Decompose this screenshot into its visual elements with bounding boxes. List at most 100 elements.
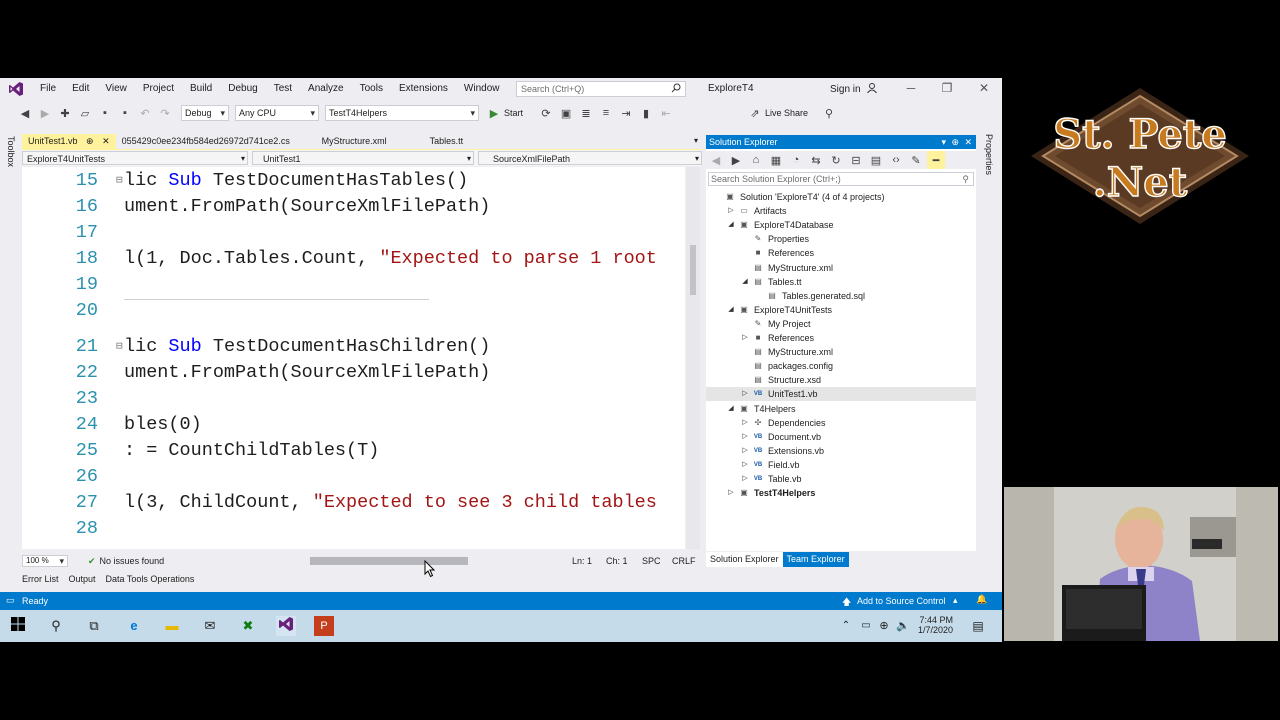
tab-output[interactable]: Output — [69, 574, 96, 584]
collapse-arrow-icon[interactable]: ◢ — [740, 275, 750, 289]
issues-status[interactable]: No issues found — [100, 556, 165, 566]
collapse-region-icon[interactable]: ⊟ — [116, 335, 123, 359]
tree-item[interactable]: ✎ Properties — [706, 232, 976, 246]
bookmark-prev-icon[interactable]: ⇤ — [657, 104, 675, 122]
save-all-icon[interactable]: ▪ — [116, 104, 134, 122]
startup-project-select[interactable]: TestT4Helpers — [325, 105, 479, 121]
file-explorer-icon[interactable]: ▬ — [162, 616, 182, 636]
code-line[interactable]: 17 — [22, 221, 685, 245]
tab-generated-cs[interactable]: 055429c0ee234fb584ed26972d741ce2.cs — [116, 134, 316, 149]
tab-team-explorer[interactable]: Team Explorer — [782, 552, 849, 567]
code-line[interactable]: 28 — [22, 517, 685, 541]
whitespace-indicator[interactable]: SPC — [642, 556, 661, 566]
refresh-icon[interactable]: ↻ — [827, 151, 845, 169]
menu-edit[interactable]: Edit — [64, 78, 97, 100]
expand-arrow-icon[interactable]: ▷ — [726, 204, 736, 218]
expand-arrow-icon[interactable]: ▷ — [726, 486, 736, 500]
panel-close-icon[interactable]: ✕ — [964, 135, 972, 149]
notifications-icon[interactable]: 🔔 — [976, 594, 987, 605]
menu-build[interactable]: Build — [182, 78, 220, 100]
restore-icon[interactable]: ❐ — [937, 81, 957, 95]
expand-arrow-icon[interactable]: ▷ — [740, 387, 750, 401]
redo-icon[interactable]: ↷ — [156, 104, 174, 122]
pending-changes-icon[interactable]: ◔ — [787, 151, 805, 169]
tree-item[interactable]: ▷ VB UnitTest1.vb — [706, 387, 976, 402]
expand-arrow-icon[interactable]: ▷ — [740, 430, 750, 444]
configuration-select[interactable]: Debug — [181, 105, 229, 121]
properties-icon[interactable]: ✎ — [907, 151, 925, 169]
bookmark-icon[interactable]: ▮ — [637, 104, 655, 122]
panel-menu-icon[interactable]: ▾ — [941, 135, 946, 149]
tab-data-tools-operations[interactable]: Data Tools Operations — [106, 574, 195, 584]
menu-test[interactable]: Test — [266, 78, 300, 100]
align-icon[interactable]: ≣ — [577, 104, 595, 122]
code-line[interactable]: 24 bles(0) — [22, 413, 685, 437]
code-line[interactable]: 23 — [22, 387, 685, 411]
visual-studio-taskbar-icon[interactable] — [276, 616, 296, 636]
code-editor[interactable]: 15 ⊟ lic Sub TestDocumentHasTables() 16 umen… — [22, 167, 685, 549]
task-view-icon[interactable]: ⧉ — [84, 616, 104, 636]
collapse-all-icon[interactable]: ⊟ — [847, 151, 865, 169]
collapse-region-icon[interactable]: ⊟ — [116, 169, 123, 193]
minimize-icon[interactable]: ─ — [901, 81, 921, 95]
show-all-files-icon[interactable]: ▤ — [867, 151, 885, 169]
tree-item[interactable]: ▤ packages.config — [706, 359, 976, 373]
home-icon[interactable]: ⌂ — [747, 151, 765, 169]
tree-item[interactable]: ▤ Tables.generated.sql — [706, 289, 976, 303]
tree-item[interactable]: ■ References — [706, 246, 976, 260]
code-line[interactable]: 20 — [22, 299, 685, 323]
open-file-icon[interactable]: ▱ — [76, 104, 94, 122]
collapse-arrow-icon[interactable]: ◢ — [726, 303, 736, 317]
tab-error-list[interactable]: Error List — [22, 574, 59, 584]
feedback-icon[interactable]: ⚲ — [820, 104, 838, 122]
powerpoint-icon[interactable]: P — [314, 616, 334, 636]
save-icon[interactable]: ▪ — [96, 104, 114, 122]
menu-extensions[interactable]: Extensions — [391, 78, 456, 100]
pin-icon[interactable]: ⊕ — [86, 136, 94, 146]
tree-item[interactable]: ▷ VB Document.vb — [706, 430, 976, 444]
user-icon[interactable] — [866, 82, 878, 94]
edge-browser-icon[interactable]: e — [124, 616, 144, 636]
indent-icon[interactable]: ⇥ — [617, 104, 635, 122]
live-share-button[interactable]: Live Share — [765, 108, 808, 118]
tab-solution-explorer[interactable]: Solution Explorer — [706, 552, 783, 567]
forward-icon[interactable]: ▶ — [727, 151, 745, 169]
code-line[interactable]: 25: = CountChildTables(T) — [22, 439, 685, 463]
code-line[interactable]: 27 l(3, ChildCount, "Expected to see 3 ch… — [22, 491, 685, 515]
collapse-arrow-icon[interactable]: ◢ — [726, 402, 736, 416]
tray-chevron-icon[interactable]: ⌃ — [836, 616, 856, 636]
code-line[interactable]: 16 ument.FromPath(SourceXmlFilePath) — [22, 195, 685, 219]
search-icon[interactable]: ⚲ — [46, 616, 66, 636]
forward-icon[interactable]: ▶ — [36, 104, 54, 122]
undo-icon[interactable]: ↶ — [136, 104, 154, 122]
menu-window[interactable]: Window — [456, 78, 508, 100]
menu-project[interactable]: Project — [135, 78, 182, 100]
add-to-source-control-button[interactable]: Add to Source Control — [857, 596, 946, 606]
switch-views-icon[interactable]: ▦ — [767, 151, 785, 169]
tree-item[interactable]: ▷ VB Table.vb — [706, 472, 976, 486]
close-icon[interactable]: ✕ — [974, 81, 994, 95]
expand-arrow-icon[interactable]: ▷ — [740, 444, 750, 458]
live-share-icon[interactable]: ⇗ — [746, 104, 764, 122]
tree-item[interactable]: ▤ MyStructure.xml — [706, 261, 976, 275]
tree-item[interactable]: ▷ VB Extensions.vb — [706, 444, 976, 458]
view-code-icon[interactable]: ‹› — [887, 151, 905, 169]
project-dropdown[interactable]: ExploreT4UnitTests — [22, 151, 248, 166]
sign-in-link[interactable]: Sign in — [830, 84, 861, 95]
tree-item[interactable]: ✎ My Project — [706, 317, 976, 331]
menu-file[interactable]: File — [32, 78, 64, 100]
close-tab-icon[interactable]: ✕ — [102, 136, 110, 146]
class-dropdown[interactable]: UnitTest1 — [252, 151, 474, 166]
code-line[interactable]: 19 — [22, 273, 685, 297]
collapse-arrow-icon[interactable]: ◢ — [726, 218, 736, 232]
preview-icon[interactable]: ━ — [927, 151, 945, 169]
menu-analyze[interactable]: Analyze — [300, 78, 352, 100]
code-line[interactable]: 22 ument.FromPath(SourceXmlFilePath) — [22, 361, 685, 385]
volume-icon[interactable]: 🔈 — [893, 616, 913, 636]
vertical-scroll-thumb[interactable] — [690, 245, 696, 295]
back-icon[interactable]: ◀ — [707, 151, 725, 169]
code-line[interactable]: 15 ⊟ lic Sub TestDocumentHasTables() — [22, 169, 685, 193]
excel-like-icon[interactable]: ✖ — [238, 616, 258, 636]
windows-start-icon[interactable] — [8, 616, 28, 636]
mail-icon[interactable]: ✉ — [200, 616, 220, 636]
